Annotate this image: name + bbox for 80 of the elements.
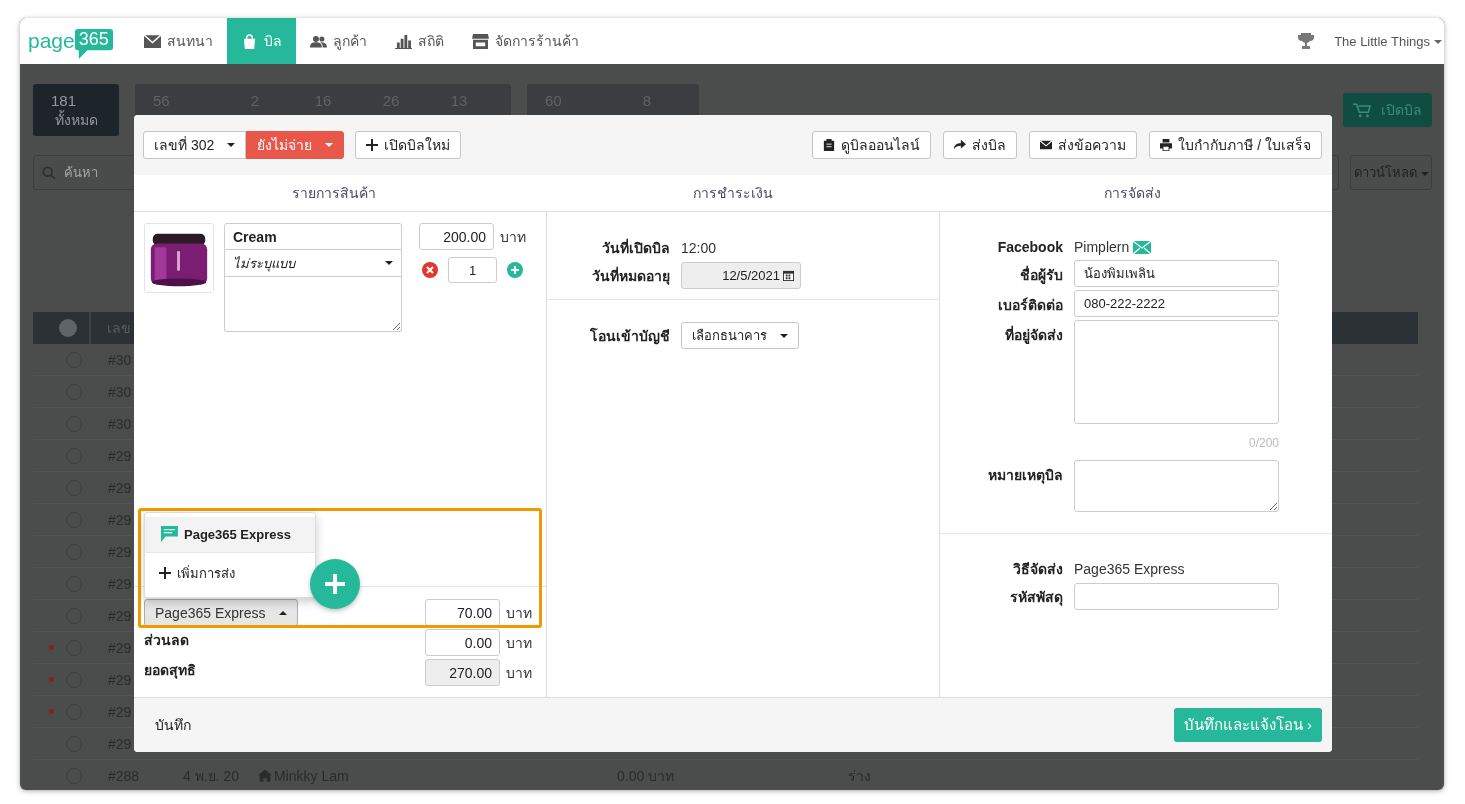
bank-dropdown[interactable]: เลือกธนาคาร — [681, 322, 799, 349]
speech-bubble-icon — [159, 526, 178, 543]
nav-tab[interactable]: สนทนา — [129, 18, 227, 64]
calendar-icon — [783, 270, 794, 281]
add-icon[interactable] — [507, 262, 523, 278]
character-counter: 0/200 — [1248, 436, 1279, 450]
bar-chart-icon — [394, 33, 412, 49]
field-label: วิธีจัดส่ง — [1012, 560, 1063, 579]
shipping-method: Page365 Express — [1074, 561, 1185, 577]
logo-badge: 365 — [74, 29, 113, 59]
action-button[interactable]: ดูบิลออนไลน์ — [812, 131, 932, 159]
product-note-field[interactable] — [224, 277, 402, 332]
product-name-field[interactable]: Cream — [224, 223, 402, 250]
field-label: ชื่อผู้รับ — [1019, 264, 1063, 286]
search-icon — [42, 165, 56, 180]
action-button[interactable]: ใบกำกับภาษี / ใบเสร็จ — [1149, 131, 1322, 159]
plus-icon — [323, 572, 347, 596]
currency-label: บาท — [500, 227, 526, 247]
tracking-number-field[interactable] — [1074, 583, 1279, 610]
envelope-icon[interactable] — [1133, 240, 1152, 254]
currency-label: บาท — [506, 603, 532, 623]
menu-item[interactable]: Page365 Express — [145, 517, 315, 553]
text-field[interactable]: น้องพิมเพลิน — [1074, 260, 1279, 287]
field-label: เบอร์ติดต่อ — [997, 296, 1063, 315]
shipping-method-dropdown[interactable]: Page365 Express — [144, 599, 298, 626]
new-bill-button[interactable]: เปิดบิลใหม่ — [355, 131, 462, 159]
select-all-radio[interactable] — [59, 319, 77, 337]
plus-icon — [366, 139, 379, 151]
envelope-icon — [143, 33, 161, 49]
action-button[interactable]: ส่งข้อความ — [1029, 131, 1138, 159]
expiry-date-field[interactable]: 12/5/2021 — [681, 262, 801, 289]
address-field[interactable] — [1074, 320, 1279, 424]
price-field[interactable]: 200.00 — [419, 223, 494, 250]
users-icon — [309, 33, 327, 49]
search-input[interactable]: ค้นหา — [62, 164, 1338, 181]
add-button[interactable] — [310, 559, 360, 609]
facebook-name: Pimplern — [1074, 239, 1130, 255]
user-menu[interactable]: The Little Things — [1334, 33, 1444, 49]
action-button[interactable]: ส่งบิล — [943, 131, 1018, 159]
home-icon — [258, 769, 272, 782]
section-heading: รายการสินค้า — [290, 184, 377, 203]
cart-icon — [1353, 102, 1371, 118]
payment-status-dropdown[interactable]: ยังไม่จ่าย — [246, 131, 345, 159]
share-arrow-icon — [954, 139, 967, 151]
stat-tile[interactable]: 181 ทั้งหมด — [33, 84, 119, 136]
discount-field[interactable]: 0.00 — [425, 629, 500, 656]
remove-icon[interactable] — [422, 262, 438, 278]
net-total-label: ยอดสุทธิ — [144, 661, 196, 681]
nav-tab[interactable]: สถิติ — [380, 18, 458, 64]
clipboard-icon — [823, 139, 836, 151]
open-time: 12:00 — [681, 240, 717, 256]
discount-label: ส่วนลด — [144, 631, 189, 650]
nav-tab[interactable]: จัดการร้านค้า — [457, 18, 593, 64]
note-field[interactable] — [1074, 460, 1279, 512]
quantity-field[interactable]: 1 — [448, 257, 497, 283]
text-field[interactable]: 080-222-2222 — [1074, 290, 1279, 317]
printer-icon — [1160, 139, 1173, 151]
bill-number-dropdown[interactable]: เลขที่ 302 — [143, 131, 247, 159]
shipping-fee-field[interactable]: 70.00 — [425, 599, 500, 626]
field-label: ที่อยู่จัดส่ง — [1004, 324, 1063, 346]
field-label: วันที่เปิดบิล — [601, 237, 670, 258]
field-label: Facebook — [996, 239, 1063, 255]
nav-tab[interactable]: ลูกค้า — [295, 18, 381, 64]
field-label: หมายเหตุบิล — [987, 466, 1063, 486]
net-total-field[interactable]: 270.00 — [425, 659, 500, 686]
field-label: รหัสพัสดุ — [1009, 587, 1063, 608]
currency-label: บาท — [506, 633, 532, 653]
save-button[interactable]: บันทึก — [155, 714, 191, 736]
envelope-icon — [1040, 139, 1053, 151]
logo-text: page — [28, 29, 75, 53]
currency-label: บาท — [506, 663, 532, 683]
trophy-icon[interactable] — [1298, 33, 1315, 49]
field-label: วันที่หมดอายุ — [591, 265, 670, 287]
variant-select[interactable]: ไม่ระบุแบบ — [224, 250, 402, 277]
field-label: โอนเข้าบัญชี — [589, 326, 670, 347]
store-icon — [471, 33, 489, 49]
section-heading: การชำระเงิน — [692, 184, 774, 203]
plus-icon — [159, 567, 171, 579]
section-heading: การจัดส่ง — [1102, 184, 1162, 203]
menu-item[interactable]: เพิ่มการส่ง — [145, 553, 315, 593]
